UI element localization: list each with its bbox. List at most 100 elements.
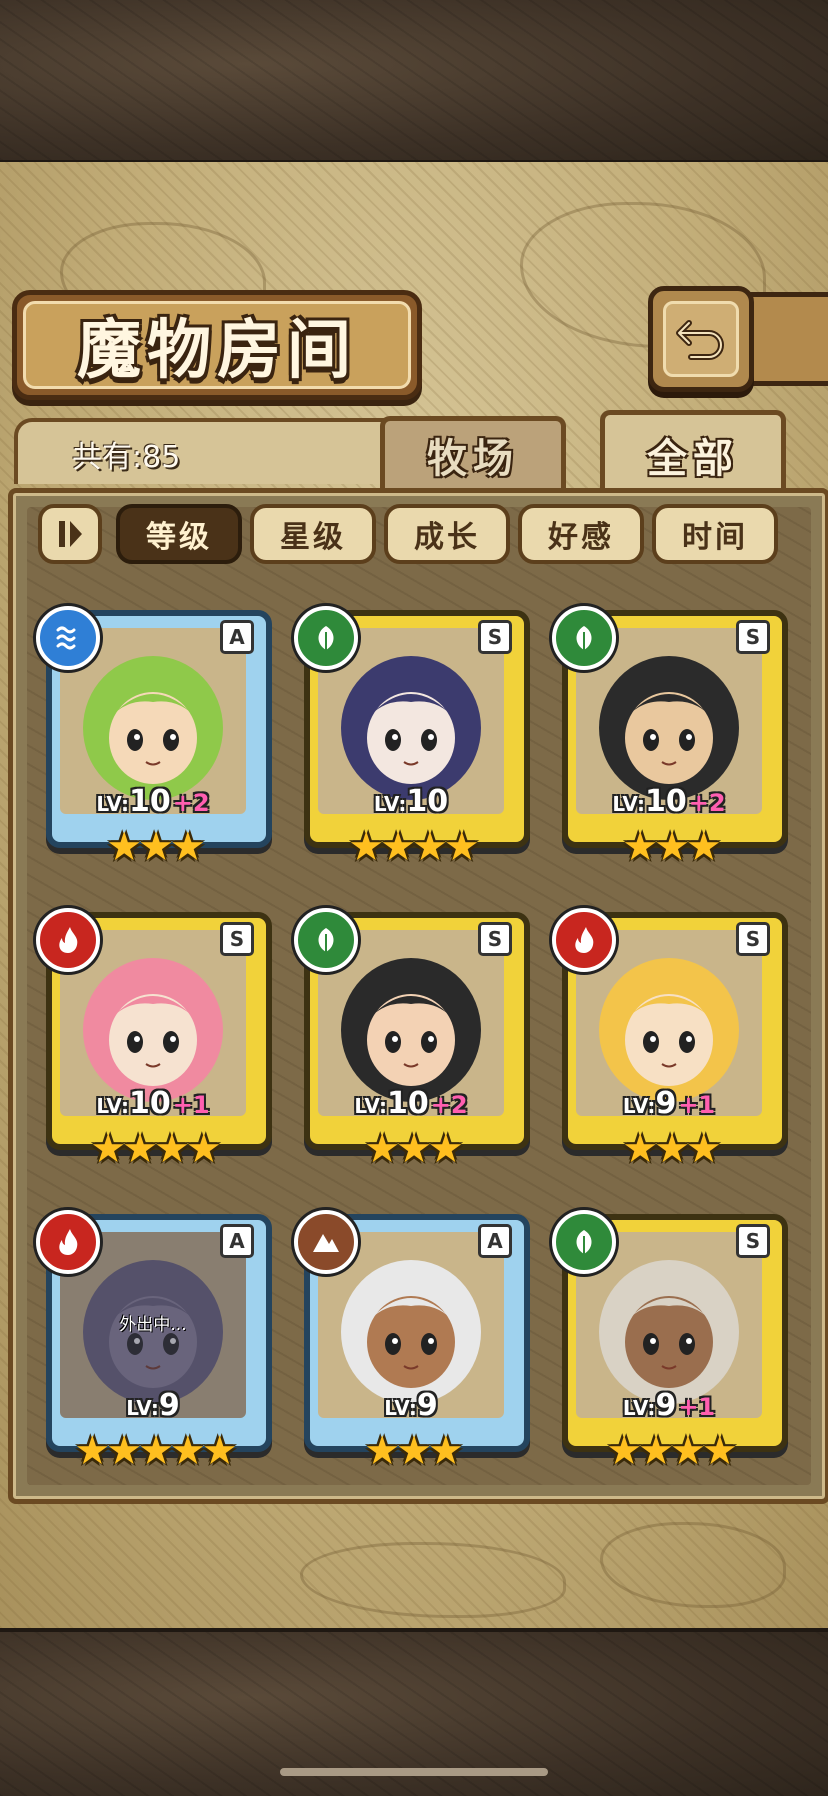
level-bonus: +1	[678, 1393, 716, 1421]
monster-card[interactable]: A LV:9 ★★★	[294, 1210, 530, 1482]
star-icon: ★	[654, 824, 690, 870]
away-status-label: 外出中...	[119, 1315, 187, 1335]
monster-card[interactable]: S LV:10+2 ★★★	[294, 908, 530, 1180]
sort-time-button[interactable]: 时间	[652, 504, 778, 564]
star-icon: ★	[380, 824, 416, 870]
return-arrow-icon	[676, 320, 724, 360]
star-icon: ★	[685, 824, 722, 870]
monster-level: LV:9	[384, 1388, 438, 1423]
star-rating: ★★★★	[294, 824, 530, 870]
sort-affection-button[interactable]: 好感	[518, 504, 644, 564]
back-button[interactable]	[648, 286, 754, 392]
tab-all[interactable]: 全部	[600, 410, 786, 495]
rank-badge: S	[478, 620, 512, 654]
rank-badge: S	[736, 1224, 770, 1258]
star-icon: ★	[106, 1428, 142, 1474]
star-rating: ★★★	[552, 1126, 788, 1172]
rank-badge: A	[220, 620, 254, 654]
rank-badge: S	[478, 922, 512, 956]
monster-card[interactable]: S LV:10 ★★★★	[294, 606, 530, 878]
star-icon: ★	[654, 1126, 690, 1172]
level-bonus: +2	[688, 789, 726, 817]
star-icon: ★	[90, 1126, 126, 1172]
star-icon: ★	[443, 824, 480, 870]
star-icon: ★	[427, 1428, 464, 1474]
star-rating: ★★★	[294, 1126, 530, 1172]
rank-badge: A	[478, 1224, 512, 1258]
star-icon: ★	[185, 1126, 222, 1172]
star-icon: ★	[201, 1428, 238, 1474]
star-icon: ★	[670, 1428, 706, 1474]
star-icon: ★	[396, 1428, 432, 1474]
fire-element-icon	[552, 908, 616, 972]
star-icon: ★	[364, 1126, 400, 1172]
top-decor-band	[0, 0, 828, 164]
star-icon: ★	[396, 1126, 432, 1172]
wood-element-icon	[294, 908, 358, 972]
monster-card[interactable]: 外出中... A LV:9 ★★★★★	[36, 1210, 272, 1482]
star-icon: ★	[154, 1126, 190, 1172]
star-icon: ★	[169, 824, 206, 870]
map-decor	[600, 1522, 786, 1608]
tab-ranch[interactable]: 牧场	[380, 416, 566, 489]
monster-level: LV:9	[126, 1388, 180, 1423]
monster-card[interactable]: S LV:10+1 ★★★★	[36, 908, 272, 1180]
sort-order-toggle[interactable]	[38, 504, 102, 564]
wood-element-icon	[294, 606, 358, 670]
sort-growth-button[interactable]: 成长	[384, 504, 510, 564]
star-icon: ★	[106, 824, 142, 870]
rank-badge: S	[736, 620, 770, 654]
star-rating: ★★★	[552, 824, 788, 870]
water-element-icon	[36, 606, 100, 670]
level-bonus: +1	[172, 1091, 210, 1119]
star-icon: ★	[606, 1428, 642, 1474]
star-icon: ★	[638, 1428, 674, 1474]
monster-card[interactable]: A LV:10+2 ★★★	[36, 606, 272, 878]
level-bonus: +2	[172, 789, 210, 817]
rank-badge: S	[220, 922, 254, 956]
star-icon: ★	[138, 824, 174, 870]
wood-element-icon	[552, 1210, 616, 1274]
star-icon: ★	[364, 1428, 400, 1474]
star-rating: ★★★	[36, 824, 272, 870]
monster-level: LV:9+1	[622, 1086, 716, 1121]
fire-element-icon	[36, 1210, 100, 1274]
star-icon: ★	[348, 824, 384, 870]
star-icon: ★	[622, 824, 658, 870]
level-bonus: +2	[430, 1091, 468, 1119]
star-icon: ★	[701, 1428, 738, 1474]
earth-element-icon	[294, 1210, 358, 1274]
level-bonus: +1	[678, 1091, 716, 1119]
page-title: 魔物房间	[77, 313, 357, 388]
monster-level: LV:9+1	[622, 1388, 716, 1423]
sort-level-button[interactable]: 等级	[116, 504, 242, 564]
monster-count: 共有:85	[72, 440, 181, 475]
monster-card[interactable]: S LV:9+1 ★★★	[552, 908, 788, 1180]
star-icon: ★	[74, 1428, 110, 1474]
monster-level: LV:10+2	[96, 784, 210, 819]
star-rating: ★★★★	[552, 1428, 788, 1474]
star-rating: ★★★	[294, 1428, 530, 1474]
monster-level: LV:10	[373, 784, 449, 819]
rank-badge: S	[736, 922, 770, 956]
rank-badge: A	[220, 1224, 254, 1258]
sort-star-button[interactable]: 星级	[250, 504, 376, 564]
star-icon: ★	[622, 1126, 658, 1172]
star-rating: ★★★★★	[36, 1428, 272, 1474]
back-button-face	[663, 301, 739, 377]
star-icon: ★	[412, 824, 448, 870]
home-indicator	[280, 1768, 548, 1776]
monster-level: LV:10+2	[354, 1086, 468, 1121]
fire-element-icon	[36, 908, 100, 972]
star-icon: ★	[138, 1428, 174, 1474]
wood-element-icon	[552, 606, 616, 670]
monster-card[interactable]: S LV:9+1 ★★★★	[552, 1210, 788, 1482]
monster-level: LV:10+1	[96, 1086, 210, 1121]
monster-level: LV:10+2	[612, 784, 726, 819]
star-icon: ★	[685, 1126, 722, 1172]
sort-direction-icon	[59, 521, 82, 547]
title-plate: 魔物房间	[12, 290, 422, 400]
monster-card[interactable]: S LV:10+2 ★★★	[552, 606, 788, 878]
star-icon: ★	[427, 1126, 464, 1172]
map-decor	[300, 1542, 566, 1618]
